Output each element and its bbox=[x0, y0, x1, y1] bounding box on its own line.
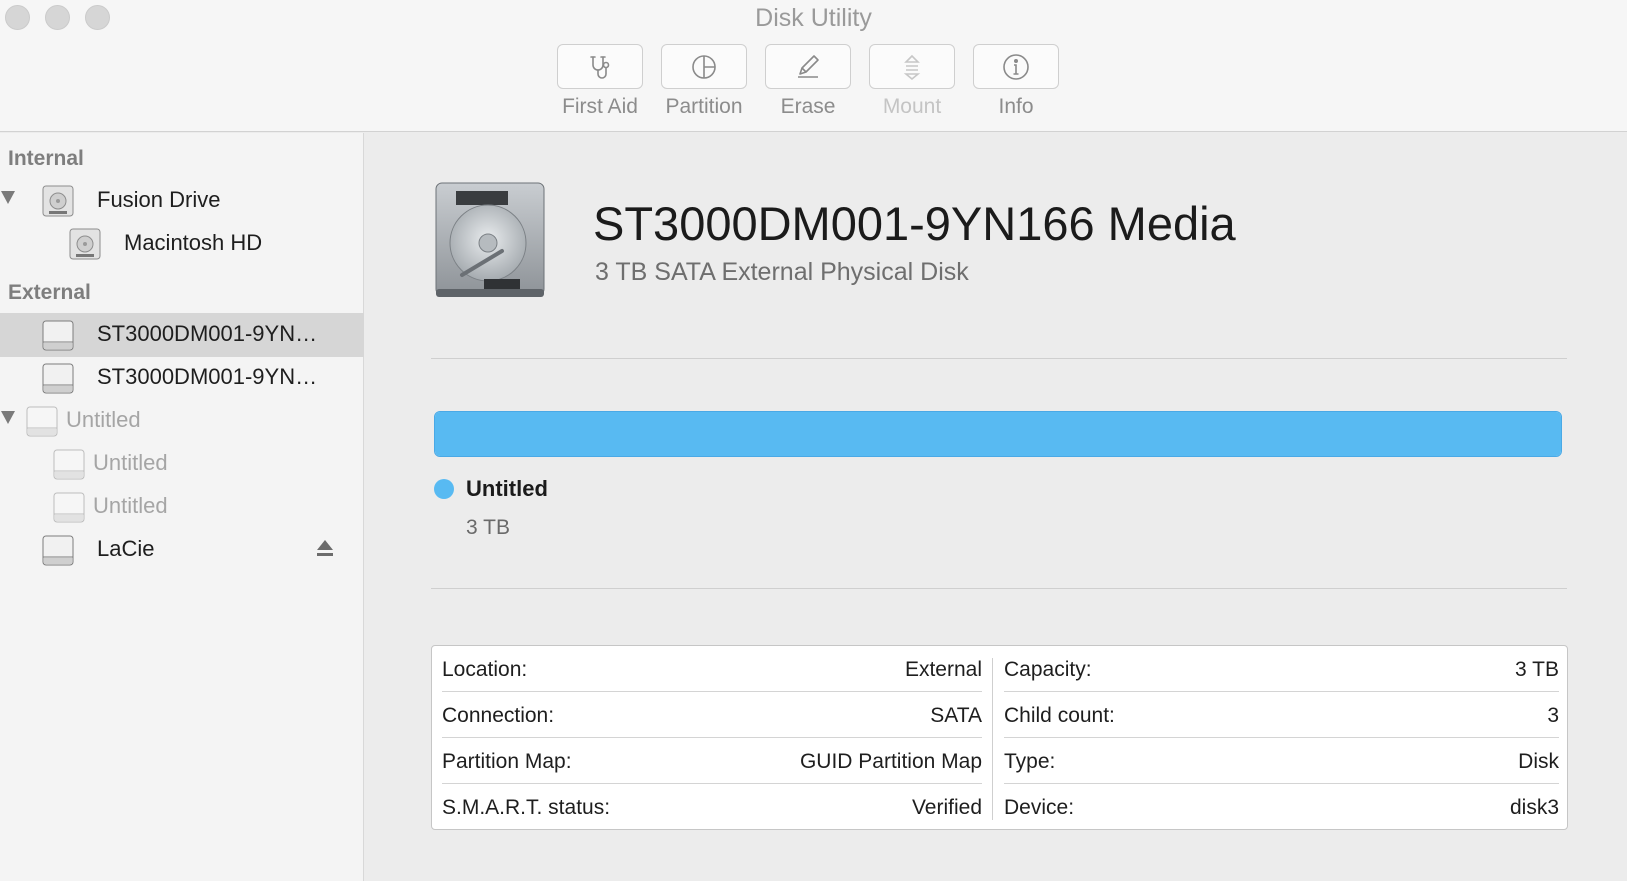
info-key: Child count: bbox=[1004, 704, 1115, 727]
internal-disk-icon bbox=[42, 185, 74, 217]
info-value: disk3 bbox=[1509, 796, 1559, 819]
window-title: Disk Utility bbox=[755, 4, 872, 32]
pie-chart-icon bbox=[692, 54, 716, 79]
erase-button[interactable]: Erase bbox=[765, 44, 851, 119]
sidebar-item-label: LaCie bbox=[97, 536, 155, 561]
info-value: GUID Partition Map bbox=[799, 750, 982, 773]
detail-pane: ST3000DM001-9YN166 Media 3 TB SATA Exter… bbox=[365, 133, 1627, 881]
info-key: Capacity: bbox=[1004, 658, 1092, 681]
eject-icon[interactable] bbox=[316, 538, 334, 558]
info-value: SATA bbox=[930, 704, 982, 727]
divider bbox=[431, 358, 1567, 359]
sidebar: Internal Fusion Drive Macintosh HD Exter… bbox=[0, 133, 364, 881]
info-row-device: Device: disk3 bbox=[1004, 784, 1559, 830]
sidebar-item-label: Untitled bbox=[66, 407, 141, 432]
usage-bar bbox=[434, 411, 1562, 457]
stethoscope-icon bbox=[590, 55, 610, 79]
info-key: S.M.A.R.T. status: bbox=[442, 796, 611, 819]
sidebar-item-st3000-media[interactable]: ST3000DM001-9YN… bbox=[0, 313, 364, 357]
external-disk-icon bbox=[42, 535, 74, 566]
info-column-divider bbox=[992, 658, 993, 820]
info-row-capacity: Capacity: 3 TB bbox=[1004, 646, 1559, 692]
info-table: Location: External Connection: SATA Part… bbox=[431, 645, 1568, 830]
first-aid-button[interactable]: First Aid bbox=[557, 44, 643, 119]
info-column-left: Location: External Connection: SATA Part… bbox=[432, 646, 992, 831]
info-row-type: Type: Disk bbox=[1004, 738, 1559, 784]
mount-icon bbox=[903, 54, 921, 80]
partition-button[interactable]: Partition bbox=[661, 44, 747, 119]
sidebar-section-internal: Internal bbox=[8, 147, 84, 170]
info-value: 3 bbox=[1547, 704, 1559, 727]
external-disk-icon bbox=[26, 406, 58, 437]
external-disk-icon bbox=[42, 363, 74, 394]
sidebar-item-label: ST3000DM001-9YN… bbox=[97, 364, 318, 389]
disk-title: ST3000DM001-9YN166 Media bbox=[593, 197, 1236, 250]
legend-color-dot bbox=[434, 479, 454, 499]
info-row-connection: Connection: SATA bbox=[442, 692, 982, 738]
info-key: Connection: bbox=[442, 704, 555, 727]
info-value: Verified bbox=[911, 796, 982, 819]
info-value: External bbox=[904, 658, 982, 681]
sidebar-item-label: Fusion Drive bbox=[97, 187, 221, 212]
info-row-smart-status: S.M.A.R.T. status: Verified bbox=[442, 784, 982, 830]
legend-volume-name: Untitled bbox=[466, 476, 548, 501]
info-key: Device: bbox=[1004, 796, 1075, 819]
disclosure-triangle-icon[interactable] bbox=[1, 191, 15, 204]
sidebar-section-external: External bbox=[8, 281, 91, 304]
info-value: Disk bbox=[1518, 750, 1559, 773]
info-value: 3 TB bbox=[1515, 658, 1559, 681]
sidebar-item-lacie[interactable]: LaCie bbox=[0, 528, 364, 572]
divider bbox=[431, 588, 1567, 589]
external-volume-icon bbox=[53, 492, 85, 523]
info-row-child-count: Child count: 3 bbox=[1004, 692, 1559, 738]
sidebar-item-untitled-container[interactable]: Untitled bbox=[0, 399, 364, 443]
disk-utility-window: Disk Utility First Aid Partition Erase M… bbox=[0, 0, 1627, 881]
internal-volume-icon bbox=[69, 228, 101, 260]
info-key: Type: bbox=[1004, 750, 1056, 773]
erase-icon bbox=[798, 54, 819, 78]
external-disk-icon bbox=[42, 320, 74, 351]
info-icon bbox=[1003, 53, 1029, 80]
sidebar-item-label: Untitled bbox=[93, 493, 168, 518]
info-key: Location: bbox=[442, 658, 528, 681]
info-button[interactable]: Info bbox=[973, 44, 1059, 119]
sidebar-item-untitled-volume-2[interactable]: Untitled bbox=[0, 485, 364, 529]
hard-disk-icon bbox=[435, 182, 545, 297]
sidebar-item-untitled-volume-1[interactable]: Untitled bbox=[0, 442, 364, 486]
info-label: Info bbox=[998, 95, 1034, 118]
mount-button[interactable]: Mount bbox=[869, 44, 955, 119]
sidebar-item-macintosh-hd[interactable]: Macintosh HD bbox=[0, 222, 364, 266]
sidebar-item-fusion-drive[interactable]: Fusion Drive bbox=[0, 179, 364, 223]
info-row-location: Location: External bbox=[442, 646, 982, 692]
disclosure-triangle-icon[interactable] bbox=[1, 411, 15, 424]
external-volume-icon bbox=[53, 449, 85, 480]
legend-volume-size: 3 TB bbox=[466, 516, 510, 539]
sidebar-item-label: Macintosh HD bbox=[124, 230, 263, 255]
info-key: Partition Map: bbox=[442, 750, 572, 773]
sidebar-item-st3000-disk[interactable]: ST3000DM001-9YN… bbox=[0, 356, 364, 400]
disk-subtitle: 3 TB SATA External Physical Disk bbox=[595, 258, 969, 286]
info-column-right: Capacity: 3 TB Child count: 3 Type: Disk… bbox=[994, 646, 1569, 831]
titlebar: Disk Utility First Aid Partition Erase M… bbox=[0, 0, 1627, 132]
usage-bar-fill bbox=[435, 412, 1561, 456]
info-row-partition-map: Partition Map: GUID Partition Map bbox=[442, 738, 982, 784]
sidebar-item-label: Untitled bbox=[93, 450, 168, 475]
sidebar-item-label: ST3000DM001-9YN… bbox=[97, 321, 318, 346]
